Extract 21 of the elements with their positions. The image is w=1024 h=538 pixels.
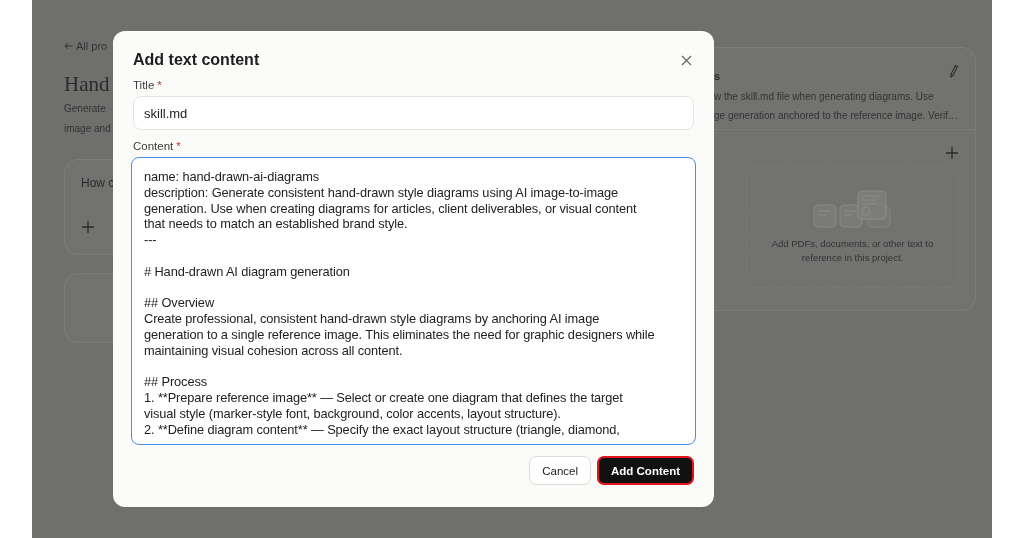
instructions-title: s	[714, 70, 721, 82]
project-description: image and	[64, 122, 112, 136]
add-icon[interactable]	[945, 146, 959, 160]
dialog-title: Add text content	[133, 51, 260, 69]
project-title: Hand	[64, 72, 111, 97]
back-arrow-icon	[64, 42, 73, 50]
close-icon	[681, 54, 692, 66]
field-label: Title	[133, 79, 155, 91]
field-label: Content	[133, 140, 174, 152]
pencil-icon[interactable]	[949, 64, 959, 78]
title-field[interactable]: skill.md	[133, 96, 694, 130]
project-description: Generate	[64, 102, 107, 116]
required-mark: *	[157, 79, 162, 91]
instructions-text: w the skill.md file when generating diagrams. Use	[714, 90, 935, 103]
add-content-button[interactable]: Add Content	[597, 456, 694, 485]
required-mark: *	[176, 140, 181, 152]
instructions-text: ge generation anchored to the reference image. Verif…	[714, 109, 959, 122]
add-icon[interactable]	[81, 220, 95, 234]
content-field[interactable]: name: hand-drawn-ai-diagrams description: Generate consistent hand-drawn style diagrams using AI image-to-image generation. Use when creating diagrams for articles, client deliverables, or visual content that needs to match an established brand style. --- # Hand-drawn AI diagram generation ## Overview Create professional, consistent hand-drawn style diagrams by anchoring AI image generation to a single reference image. This eliminates the need for graphic designers while maintaining visual cohesion across all content. ## Process 1. **Prepare reference image** — Select or create one diagram that defines the target visual style (marker-style font, background, color accents, layout structure). 2. **Define diagram content** — Specify the exact layout structure (triangle, diamond,	[131, 157, 696, 445]
card-background	[64, 273, 113, 343]
cancel-button[interactable]: Cancel	[529, 456, 591, 485]
